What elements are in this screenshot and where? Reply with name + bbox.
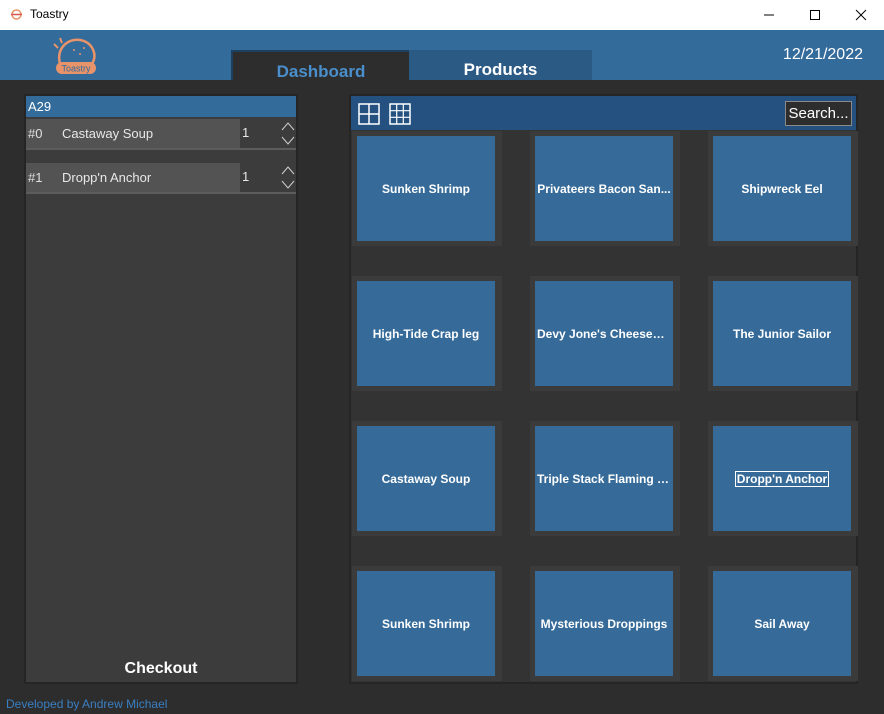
product-tile[interactable]: Sail Away [713,571,851,676]
order-item[interactable]: #1 Dropp'n Anchor 1 [26,163,296,194]
product-tile[interactable]: Sunken Shrimp [357,136,495,241]
product-tile[interactable]: Privateers Bacon San... [535,136,673,241]
product-label: High-Tide Crap leg [372,326,480,341]
quantity-input[interactable]: 1 [240,119,280,148]
quantity-stepper[interactable] [280,119,296,148]
toaster-icon [11,9,22,20]
quantity-input[interactable]: 1 [240,163,280,192]
product-tile[interactable]: Mysterious Droppings [535,571,673,676]
minimize-icon [764,14,774,16]
close-button[interactable] [838,0,884,30]
current-date: 12/21/2022 [782,46,863,63]
product-cell: Devy Jone's Cheesebu... [530,276,680,391]
product-label: Dropp'n Anchor [734,470,830,487]
close-icon [855,9,867,21]
product-label: Shipwreck Eel [741,181,823,196]
order-item-index: #1 [26,163,56,192]
product-label: Privateers Bacon San... [537,181,671,196]
tab-dashboard[interactable]: Dashboard [231,50,409,81]
grid-3x3-icon[interactable] [389,103,411,125]
toastry-logo: Toastry [53,37,96,74]
product-cell: Castaway Soup [352,421,502,536]
product-label: Sunken Shrimp [381,616,470,631]
product-cell: Sunken Shrimp [352,131,502,246]
grid-2x2-icon[interactable] [358,103,380,125]
product-label: Castaway Soup [381,471,471,486]
product-cell: Triple Stack Flaming C... [530,421,680,536]
chevron-down-icon[interactable] [281,135,295,146]
order-item[interactable]: #0 Castaway Soup 1 [26,119,296,150]
order-item-name: Dropp'n Anchor [56,163,268,192]
developer-credit: Developed by Andrew Michael [6,697,168,711]
chevron-down-icon[interactable] [281,179,295,190]
products-toolbar: Search... [351,96,856,130]
product-tile[interactable]: Shipwreck Eel [713,136,851,241]
maximize-icon [810,10,820,20]
product-tile[interactable]: Castaway Soup [357,426,495,531]
product-cell: The Junior Sailor [708,276,858,391]
product-cell: Dropp'n Anchor [708,421,858,536]
order-item-name: Castaway Soup [56,119,268,148]
product-label: The Junior Sailor [732,326,831,341]
product-tile[interactable]: Devy Jone's Cheesebu... [535,281,673,386]
order-item-index: #0 [26,119,56,148]
product-label: Devy Jone's Cheesebu... [537,326,672,341]
product-cell: Privateers Bacon San... [530,131,680,246]
row-divider [26,148,296,150]
chevron-up-icon[interactable] [281,165,295,176]
product-tile[interactable]: Dropp'n Anchor [713,426,851,531]
chevron-up-icon[interactable] [281,121,295,132]
products-panel: Search... Sunken Shrimp Privateers Bacon… [349,94,858,684]
logo-text: Toastry [61,64,91,74]
product-tile[interactable]: Triple Stack Flaming C... [535,426,673,531]
product-cell: Mysterious Droppings [530,566,680,681]
title-bar: Toastry [0,0,884,30]
product-label: Mysterious Droppings [540,616,668,631]
product-label: Triple Stack Flaming C... [537,471,672,486]
tab-products[interactable]: Products [409,50,592,80]
row-divider [26,192,296,194]
product-label: Sail Away [754,616,810,631]
order-panel: A29 #0 Castaway Soup 1 #1 Dropp'n Anchor… [24,94,298,684]
product-cell: Shipwreck Eel [708,131,858,246]
maximize-button[interactable] [792,0,838,30]
product-cell: Sunken Shrimp [352,566,502,681]
checkout-button[interactable]: Checkout [26,660,296,678]
minimize-button[interactable] [746,0,792,30]
order-table-id: A29 [26,96,296,117]
search-button[interactable]: Search... [785,101,852,126]
product-label: Sunken Shrimp [381,181,470,196]
product-tile[interactable]: Sunken Shrimp [357,571,495,676]
product-tile[interactable]: High-Tide Crap leg [357,281,495,386]
window-title: Toastry [30,7,69,21]
product-cell: High-Tide Crap leg [352,276,502,391]
product-tile[interactable]: The Junior Sailor [713,281,851,386]
product-cell: Sail Away [708,566,858,681]
quantity-stepper[interactable] [280,163,296,192]
